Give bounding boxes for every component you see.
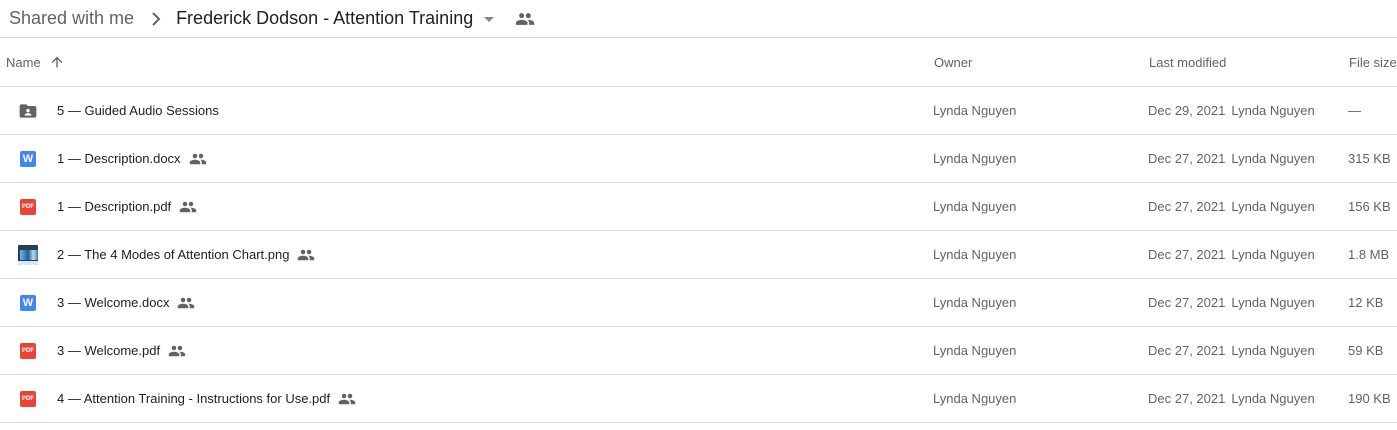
file-row[interactable]: 2 — The 4 Modes of Attention Chart.png L… [0,231,1397,279]
pdf-icon-label: PDF [20,391,36,407]
shared-people-icon [338,390,356,408]
file-size: 156 KB [1348,199,1391,214]
file-owner: Lynda Nguyen [933,103,1017,118]
file-name-text: 2 — The 4 Modes of Attention Chart.png [57,247,290,262]
shared-people-icon [177,294,195,312]
file-owner: Lynda Nguyen [933,343,1017,358]
file-size: 12 KB [1348,295,1384,310]
column-header-file-size[interactable]: File size [1349,38,1397,86]
modified-date: Dec 27, 2021 [1148,199,1226,214]
pdf-icon: PDF [18,341,38,361]
file-name-text: 1 — Description.pdf [57,199,172,214]
file-size: 1.8 MB [1348,247,1390,262]
column-header-last-modified[interactable]: Last modified [1149,38,1226,86]
image-thumbnail-icon [18,245,38,265]
pdf-icon: PDF [18,197,38,217]
modified-by: Lynda Nguyen [1231,391,1315,406]
folder-menu-dropdown-icon[interactable] [477,7,501,31]
file-row[interactable]: W 3 — Welcome.docx Lynda Nguyen Dec 27, … [0,279,1397,327]
file-owner: Lynda Nguyen [933,247,1017,262]
file-row[interactable]: 5 — Guided Audio Sessions Lynda Nguyen D… [0,87,1397,135]
modified-date: Dec 27, 2021 [1148,295,1226,310]
pdf-icon-label: PDF [20,343,36,359]
file-name-text: 4 — Attention Training - Instructions fo… [57,391,331,406]
file-row[interactable]: PDF 4 — Attention Training - Instruction… [0,375,1397,423]
file-name: 3 — Welcome.docx [57,279,195,326]
word-icon-label: W [20,151,36,167]
pdf-icon-label: PDF [20,199,36,215]
shared-people-icon [513,7,537,31]
modified-date: Dec 29, 2021 [1148,103,1226,118]
pdf-icon: PDF [18,389,38,409]
file-row[interactable]: PDF 3 — Welcome.pdf Lynda Nguyen Dec 27,… [0,327,1397,375]
shared-people-icon [168,342,186,360]
file-owner: Lynda Nguyen [933,199,1017,214]
modified-date: Dec 27, 2021 [1148,247,1226,262]
sort-ascending-arrow-icon[interactable] [49,54,65,70]
file-name: 1 — Description.docx [57,135,207,182]
breadcrumb-current-folder[interactable]: Frederick Dodson - Attention Training [176,8,473,29]
modified-by: Lynda Nguyen [1231,343,1315,358]
file-name: 3 — Welcome.pdf [57,327,186,374]
file-owner: Lynda Nguyen [933,391,1017,406]
file-name: 5 — Guided Audio Sessions [57,87,219,134]
file-name-text: 3 — Welcome.pdf [57,343,161,358]
word-doc-icon: W [18,293,38,313]
column-header-name-label: Name [6,54,41,70]
file-size: — [1348,103,1361,118]
shared-people-icon [179,198,197,216]
modified-date: Dec 27, 2021 [1148,151,1226,166]
word-icon-label: W [20,295,36,311]
file-owner: Lynda Nguyen [933,151,1017,166]
file-name: 1 — Description.pdf [57,183,197,230]
breadcrumb: Shared with me Frederick Dodson - Attent… [0,0,1397,38]
file-last-modified: Dec 27, 2021 Lynda Nguyen [1148,375,1315,422]
file-size: 315 KB [1348,151,1391,166]
breadcrumb-shared-with-me[interactable]: Shared with me [9,8,134,29]
modified-date: Dec 27, 2021 [1148,343,1226,358]
file-name-text: 5 — Guided Audio Sessions [57,103,219,118]
file-row[interactable]: PDF 1 — Description.pdf Lynda Nguyen Dec… [0,183,1397,231]
modified-by: Lynda Nguyen [1231,295,1315,310]
file-last-modified: Dec 27, 2021 Lynda Nguyen [1148,135,1315,182]
modified-by: Lynda Nguyen [1231,151,1315,166]
file-list: 5 — Guided Audio Sessions Lynda Nguyen D… [0,87,1397,423]
file-last-modified: Dec 27, 2021 Lynda Nguyen [1148,327,1315,374]
modified-by: Lynda Nguyen [1231,247,1315,262]
modified-by: Lynda Nguyen [1231,103,1315,118]
chevron-right-icon [144,7,168,31]
column-header-row: Name Owner Last modified File size [0,38,1397,87]
file-last-modified: Dec 27, 2021 Lynda Nguyen [1148,231,1315,278]
shared-folder-icon [18,101,38,121]
file-size: 59 KB [1348,343,1384,358]
image-thumbnail [18,245,38,265]
modified-by: Lynda Nguyen [1231,199,1315,214]
file-size: 190 KB [1348,391,1391,406]
column-header-name[interactable]: Name [6,38,65,86]
file-row[interactable]: W 1 — Description.docx Lynda Nguyen Dec … [0,135,1397,183]
modified-date: Dec 27, 2021 [1148,391,1226,406]
file-name: 2 — The 4 Modes of Attention Chart.png [57,231,315,278]
column-header-owner[interactable]: Owner [934,38,972,86]
shared-people-icon [297,246,315,264]
shared-people-icon [189,150,207,168]
file-last-modified: Dec 29, 2021 Lynda Nguyen [1148,87,1315,134]
file-name: 4 — Attention Training - Instructions fo… [57,375,356,422]
word-doc-icon: W [18,149,38,169]
file-name-text: 1 — Description.docx [57,151,181,166]
file-last-modified: Dec 27, 2021 Lynda Nguyen [1148,183,1315,230]
file-last-modified: Dec 27, 2021 Lynda Nguyen [1148,279,1315,326]
file-name-text: 3 — Welcome.docx [57,295,170,310]
file-owner: Lynda Nguyen [933,295,1017,310]
